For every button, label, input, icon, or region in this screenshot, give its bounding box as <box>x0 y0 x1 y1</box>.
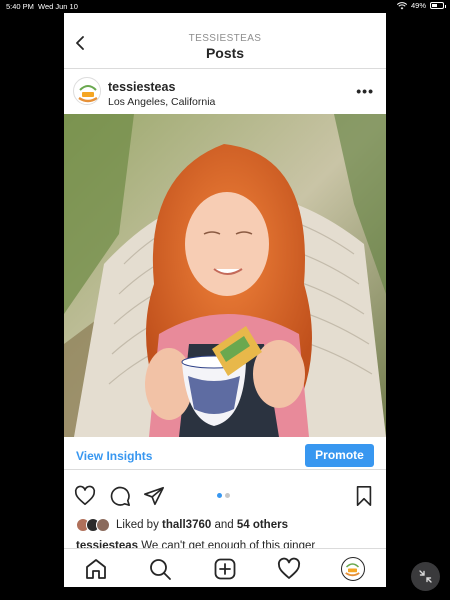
carousel-dots <box>217 493 230 498</box>
more-horizontal-icon[interactable]: ••• <box>356 83 374 99</box>
search-icon[interactable] <box>148 557 172 581</box>
likes-row[interactable]: Liked by thall3760 and 54 others <box>76 516 288 534</box>
view-insights-link[interactable]: View Insights <box>76 449 152 463</box>
home-icon[interactable] <box>84 557 108 581</box>
tab-bar <box>64 548 386 587</box>
share-icon[interactable] <box>143 485 165 507</box>
battery-percent: 49% <box>410 1 426 10</box>
page-title: Posts <box>205 45 245 61</box>
avatar[interactable] <box>73 77 101 105</box>
post-photo[interactable] <box>64 114 386 437</box>
activity-icon[interactable] <box>277 557 301 581</box>
wifi-icon <box>396 1 407 9</box>
post-location[interactable]: Los Angeles, California <box>108 96 215 108</box>
instagram-app: TESSIESTEAS Posts tessiesteas Los Angele… <box>64 13 386 587</box>
status-right: 49% <box>396 1 446 10</box>
likes-others[interactable]: 54 others <box>237 519 288 531</box>
profile-icon[interactable] <box>341 557 365 581</box>
avatar <box>96 518 110 532</box>
comment-icon[interactable] <box>109 485 131 507</box>
battery-icon <box>430 2 446 9</box>
status-time: 5:40 PM <box>6 2 34 11</box>
minimize-button[interactable] <box>411 562 440 591</box>
post-actions <box>64 483 386 507</box>
shrink-arrows-icon <box>419 570 432 583</box>
top-nav: TESSIESTEAS Posts <box>64 13 386 69</box>
promote-button[interactable]: Promote <box>305 444 374 467</box>
post-header: tessiesteas Los Angeles, California ••• <box>64 69 386 113</box>
status-bar: 5:40 PM Wed Jun 10 49% <box>0 0 450 12</box>
new-post-icon[interactable] <box>213 557 237 581</box>
carousel-dot <box>225 493 230 498</box>
liker-avatars <box>76 518 110 532</box>
likes-user[interactable]: thall3760 <box>162 519 211 531</box>
insights-bar: View Insights Promote <box>64 440 386 470</box>
carousel-dot-active <box>217 493 222 498</box>
likes-middle: and <box>211 519 237 531</box>
post-username[interactable]: tessiesteas <box>108 80 175 94</box>
nav-account-name: TESSIESTEAS <box>188 33 262 44</box>
heart-icon[interactable] <box>74 485 96 507</box>
status-date: Wed Jun 10 <box>38 2 78 11</box>
bookmark-icon[interactable] <box>353 485 375 507</box>
likes-prefix: Liked by <box>116 519 163 531</box>
